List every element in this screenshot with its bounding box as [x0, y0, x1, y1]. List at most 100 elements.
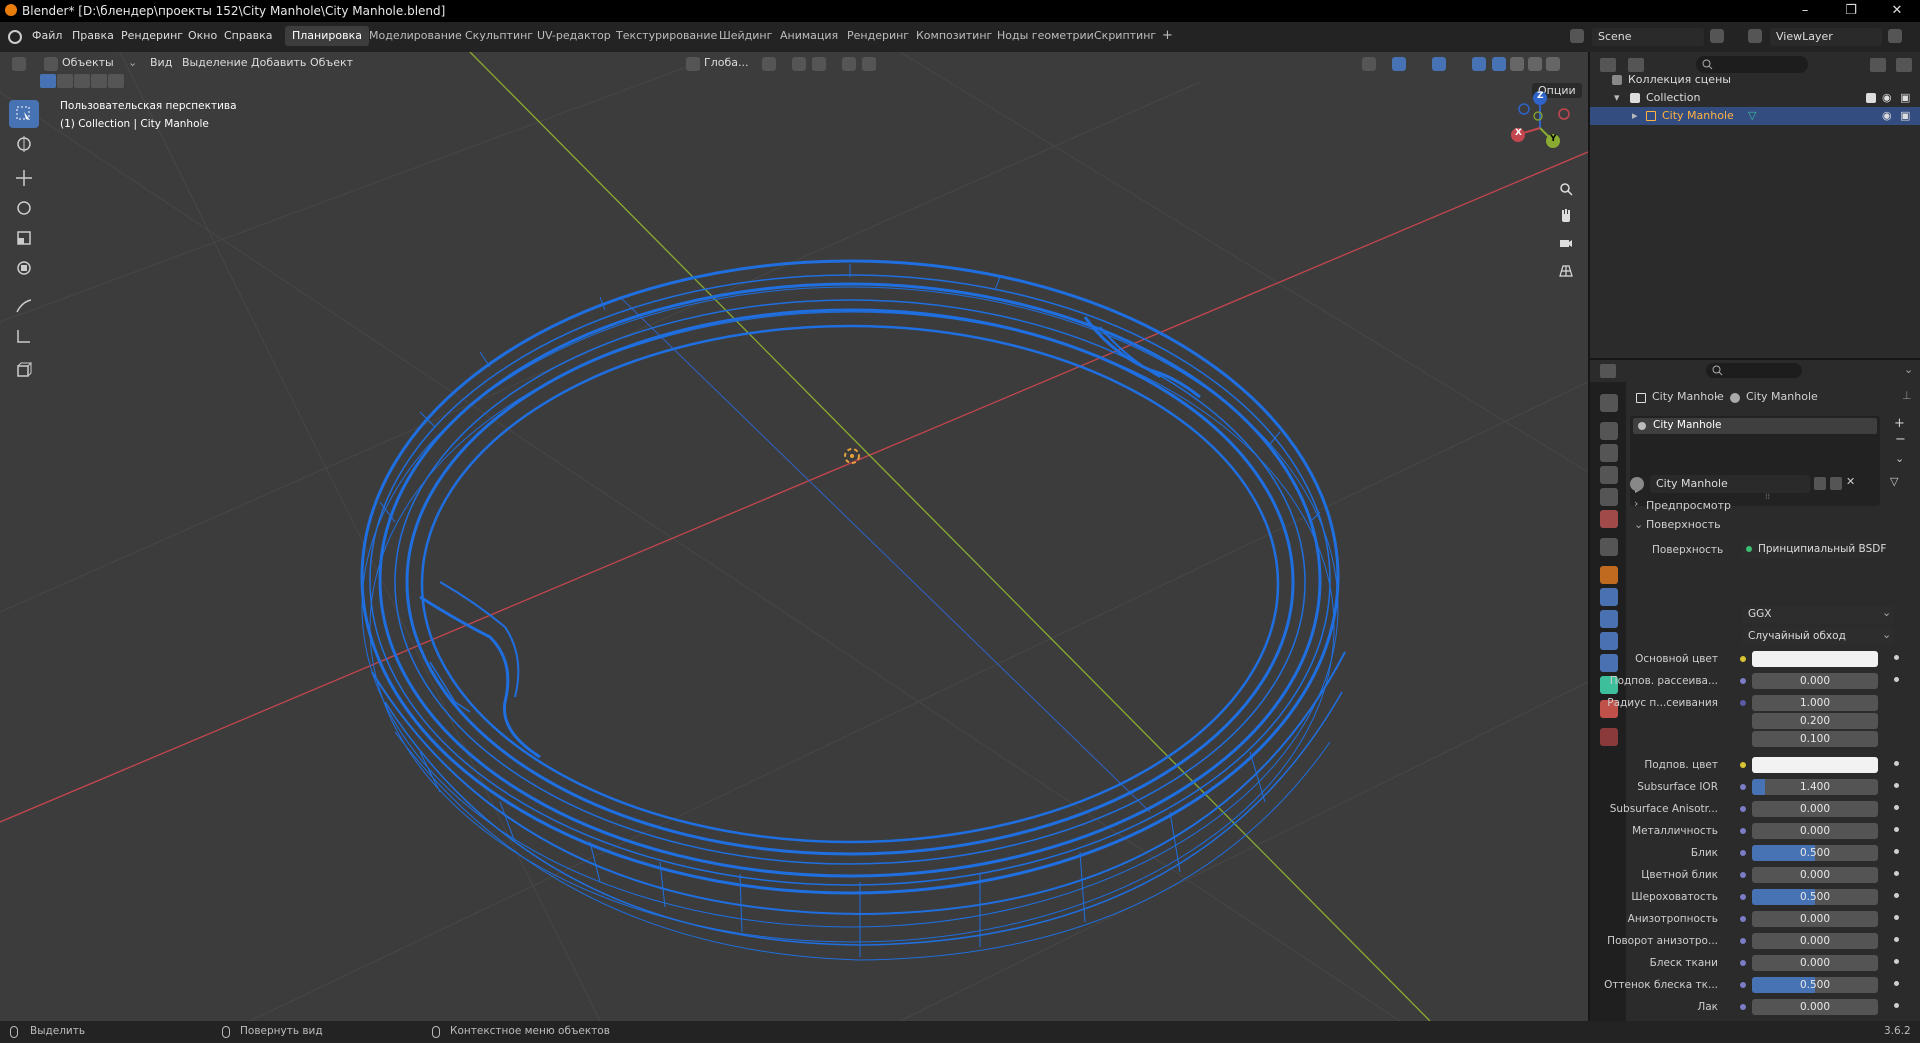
socket-dot-icon[interactable] [1740, 784, 1746, 790]
select-extend-icon[interactable] [57, 74, 73, 88]
select-new-icon[interactable] [40, 74, 56, 88]
menu-help[interactable]: Справка [224, 29, 272, 42]
outliner-row-collection[interactable]: ▾ Collection ◉ ▣ [1590, 89, 1920, 107]
new-view-layer-icon[interactable] [1888, 29, 1902, 43]
transform-orientation-icon[interactable] [686, 57, 700, 71]
keyframe-icon[interactable] [1894, 655, 1899, 660]
material-name-field[interactable]: City Manhole [1650, 475, 1810, 493]
keyframe-icon[interactable] [1894, 783, 1899, 788]
select-subtract-icon[interactable] [74, 74, 90, 88]
rendered-shading-icon[interactable] [1546, 57, 1560, 71]
keyframe-icon[interactable] [1894, 915, 1899, 920]
tab-texture-paint[interactable]: Текстурирование [609, 26, 724, 46]
new-scene-icon[interactable] [1710, 29, 1724, 43]
display-mode-icon[interactable] [1628, 58, 1644, 72]
subsurface-color-swatch[interactable] [1752, 757, 1878, 773]
overlay-toggle-icon[interactable] [1432, 57, 1446, 71]
mesh-data-icon[interactable]: ▽ [1748, 107, 1756, 125]
material-browse-icon[interactable] [1630, 477, 1644, 491]
cursor-tool[interactable] [9, 130, 39, 158]
select-box-tool[interactable] [9, 100, 39, 128]
pan-button[interactable] [1554, 204, 1578, 228]
subsurface-ior-slider[interactable]: 1.400 [1752, 779, 1878, 795]
unlink-icon[interactable]: ✕ [1846, 475, 1855, 488]
keyframe-icon[interactable] [1894, 761, 1899, 766]
tab-layout[interactable]: Планировка [285, 26, 369, 46]
world-tab-icon[interactable] [1600, 510, 1618, 528]
socket-dot-icon[interactable] [1740, 872, 1746, 878]
chevron-down-icon[interactable]: ⌄ [1904, 363, 1913, 376]
tab-geometry-nodes[interactable]: Ноды геометрии [990, 26, 1101, 46]
zoom-button[interactable] [1554, 177, 1578, 201]
measure-tool[interactable] [9, 322, 39, 350]
keyframe-icon[interactable] [1894, 827, 1899, 832]
transform-tool[interactable] [9, 254, 39, 282]
proportional-edit-icon[interactable] [842, 57, 856, 71]
subsurface-radius-z-field[interactable]: 0.100 [1752, 731, 1878, 747]
tab-scripting[interactable]: Скриптинг [1087, 26, 1163, 46]
subsurface-method-dropdown[interactable]: Случайный обход ⌄ [1742, 628, 1894, 645]
outliner-editor-type-icon[interactable] [1600, 58, 1616, 72]
keyframe-icon[interactable] [1894, 849, 1899, 854]
socket-dot-icon[interactable] [1740, 938, 1746, 944]
keyframe-icon[interactable] [1894, 959, 1899, 964]
tab-animation[interactable]: Анимация [773, 26, 845, 46]
navigation-gizmo[interactable]: Z Y X [1500, 88, 1580, 168]
visibility-icon[interactable] [1362, 57, 1376, 71]
blender-menu-icon[interactable] [8, 30, 22, 44]
keyframe-icon[interactable] [1894, 893, 1899, 898]
select-invert-icon[interactable] [91, 74, 107, 88]
snap-target-icon[interactable] [812, 57, 826, 71]
collection-tab-icon[interactable] [1600, 538, 1618, 556]
metallic-slider[interactable]: 0.000 [1752, 823, 1878, 839]
duplicate-material-icon[interactable] [1830, 477, 1842, 490]
socket-dot-icon[interactable] [1740, 1004, 1746, 1010]
tab-sculpting[interactable]: Скульптинг [458, 26, 540, 46]
distribution-dropdown[interactable]: GGX ⌄ [1742, 606, 1894, 623]
link-type-icon[interactable]: ▽ [1890, 475, 1898, 488]
filter-icon[interactable] [1870, 58, 1886, 72]
anisotropic-slider[interactable]: 0.000 [1752, 911, 1878, 927]
surface-shader-selector[interactable]: Принципиальный BSDF [1742, 541, 1886, 558]
scene-icon[interactable] [1570, 29, 1584, 43]
specular-tint-slider[interactable]: 0.000 [1752, 867, 1878, 883]
new-collection-icon[interactable] [1896, 58, 1912, 72]
add-workspace-button[interactable]: + [1155, 26, 1180, 46]
preview-section-header[interactable]: Предпросмотр [1646, 499, 1731, 512]
editor-type-icon[interactable] [12, 57, 26, 71]
ortho-toggle-button[interactable] [1554, 258, 1578, 282]
restore-button[interactable]: ❐ [1828, 0, 1874, 22]
solid-shading-icon[interactable] [1510, 57, 1524, 71]
particles-tab-icon[interactable] [1600, 610, 1618, 628]
eye-icon[interactable]: ◉ [1882, 107, 1892, 125]
xray-toggle-icon[interactable] [1472, 57, 1486, 71]
properties-editor-type-icon[interactable] [1600, 364, 1616, 378]
camera-view-button[interactable] [1554, 231, 1578, 255]
view-layer-field[interactable]: ViewLayer [1770, 28, 1882, 46]
surface-section-header[interactable]: Поверхность [1646, 518, 1721, 531]
menu-edit[interactable]: Правка [72, 29, 114, 42]
chevron-down-icon[interactable]: ⌄ [1895, 452, 1904, 465]
socket-dot-icon[interactable] [1740, 678, 1746, 684]
menu-object[interactable]: Объект [310, 56, 353, 69]
expand-arrow-icon[interactable]: ▸ [1632, 107, 1638, 125]
keyframe-icon[interactable] [1894, 981, 1899, 986]
tool-tab-icon[interactable] [1600, 394, 1618, 412]
resize-handle-icon[interactable]: ⁞⁞ [1765, 492, 1770, 501]
gizmo-toggle-icon[interactable] [1392, 57, 1406, 71]
modifier-tab-icon[interactable] [1600, 588, 1618, 606]
camera-icon[interactable]: ▣ [1900, 89, 1910, 107]
socket-dot-icon[interactable] [1740, 894, 1746, 900]
output-tab-icon[interactable] [1600, 444, 1618, 462]
socket-dot-icon[interactable] [1740, 916, 1746, 922]
material-shading-icon[interactable] [1528, 57, 1542, 71]
menu-window[interactable]: Окно [188, 29, 217, 42]
keyframe-icon[interactable] [1894, 805, 1899, 810]
view-layer-icon[interactable] [1748, 29, 1762, 43]
falloff-icon[interactable] [862, 57, 876, 71]
tab-shading[interactable]: Шейдинг [712, 26, 779, 46]
sheen-tint-slider[interactable]: 0.500 [1752, 977, 1878, 993]
subsurface-anisotropy-slider[interactable]: 0.000 [1752, 801, 1878, 817]
fake-user-icon[interactable] [1814, 477, 1826, 490]
menu-view[interactable]: Вид [150, 56, 172, 69]
